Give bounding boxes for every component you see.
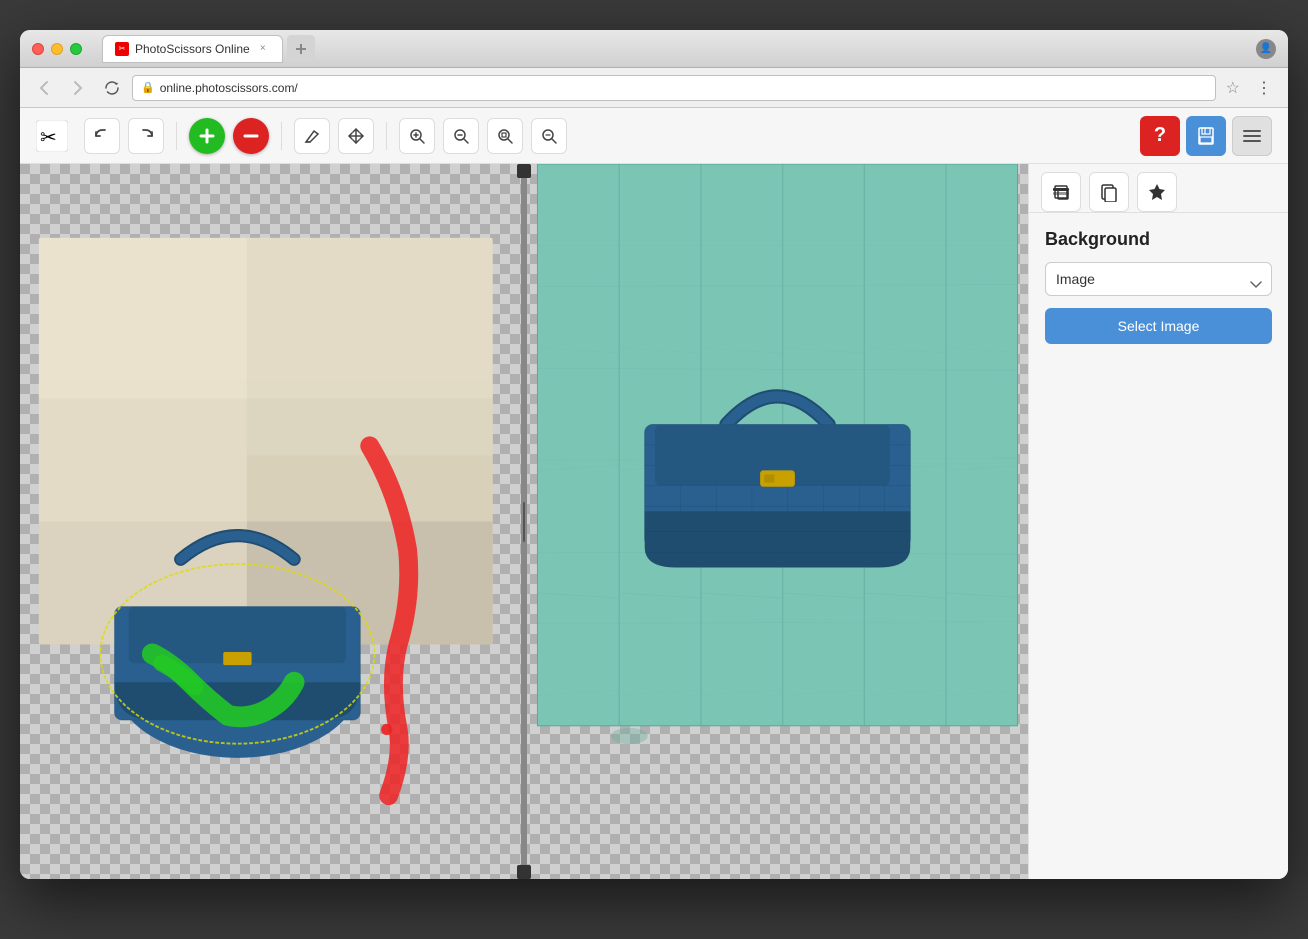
divider-handle-top	[517, 164, 531, 178]
sidebar-tab-premium[interactable]	[1137, 172, 1177, 212]
back-button[interactable]	[30, 74, 58, 102]
window-controls-right: 👤	[1256, 39, 1276, 59]
divider-handle-bottom	[517, 865, 531, 879]
app-window: ✂ PhotoScissors Online × 👤 🔒	[20, 30, 1288, 879]
sidebar-tabs	[1029, 164, 1288, 213]
background-label: Background	[1045, 229, 1272, 250]
panel-divider[interactable]	[521, 164, 527, 879]
eraser-button[interactable]	[294, 118, 330, 154]
sidebar: Background Image Color Transparent Selec…	[1028, 164, 1288, 879]
minimize-button[interactable]	[51, 43, 63, 55]
app-menu-button[interactable]	[1232, 116, 1272, 156]
ssl-lock-icon: 🔒	[141, 81, 155, 94]
bookmark-icon[interactable]: ☆	[1222, 78, 1244, 98]
address-text: online.photoscissors.com/	[160, 81, 298, 95]
forward-button[interactable]	[64, 74, 92, 102]
move-button[interactable]	[338, 118, 374, 154]
separator-3	[386, 122, 387, 150]
sidebar-tab-layers[interactable]	[1041, 172, 1081, 212]
add-foreground-button[interactable]	[189, 118, 225, 154]
close-button[interactable]	[32, 43, 44, 55]
toolbar: ✂	[20, 108, 1288, 164]
dropdown-container: Image Color Transparent	[1045, 262, 1272, 308]
save-button[interactable]	[1186, 116, 1226, 156]
redo-button[interactable]	[128, 118, 164, 154]
main-content: Background Image Color Transparent Selec…	[20, 164, 1288, 879]
user-icon: 👤	[1256, 39, 1276, 59]
app-logo: ✂	[36, 120, 68, 152]
titlebar: ✂ PhotoScissors Online × 👤	[20, 30, 1288, 68]
active-tab[interactable]: ✂ PhotoScissors Online ×	[102, 35, 283, 63]
undo-button[interactable]	[84, 118, 120, 154]
separator-2	[281, 122, 282, 150]
right-canvas-svg	[527, 164, 1028, 879]
zoom-in-button[interactable]	[399, 118, 435, 154]
canvas-area	[20, 164, 1028, 879]
traffic-lights	[32, 43, 82, 55]
sidebar-content: Background Image Color Transparent Selec…	[1029, 213, 1288, 879]
left-panel[interactable]	[20, 164, 521, 879]
separator-1	[176, 122, 177, 150]
new-tab-button[interactable]	[287, 35, 315, 63]
background-type-dropdown[interactable]: Image Color Transparent	[1045, 262, 1272, 296]
address-bar[interactable]: 🔒 online.photoscissors.com/	[132, 75, 1216, 101]
tab-favicon: ✂	[115, 42, 129, 56]
zoom-fit-button[interactable]	[487, 118, 523, 154]
tab-close-btn[interactable]: ×	[256, 42, 270, 56]
browser-menu-button[interactable]: ⋮	[1250, 74, 1278, 102]
right-panel	[527, 164, 1028, 879]
zoom-out-button[interactable]	[443, 118, 479, 154]
reload-button[interactable]	[98, 74, 126, 102]
tab-label: PhotoScissors Online	[135, 42, 250, 56]
toolbar-right: ?	[1140, 116, 1272, 156]
select-image-button[interactable]: Select Image	[1045, 308, 1272, 344]
maximize-button[interactable]	[70, 43, 82, 55]
sidebar-tab-copy[interactable]	[1089, 172, 1129, 212]
navbar: 🔒 online.photoscissors.com/ ☆ ⋮	[20, 68, 1288, 108]
add-background-button[interactable]	[233, 118, 269, 154]
left-canvas-svg	[20, 164, 521, 879]
tab-area: ✂ PhotoScissors Online ×	[102, 35, 1248, 63]
help-button[interactable]: ?	[1140, 116, 1180, 156]
zoom-actual-button[interactable]	[531, 118, 567, 154]
svg-text:✂: ✂	[40, 127, 57, 149]
